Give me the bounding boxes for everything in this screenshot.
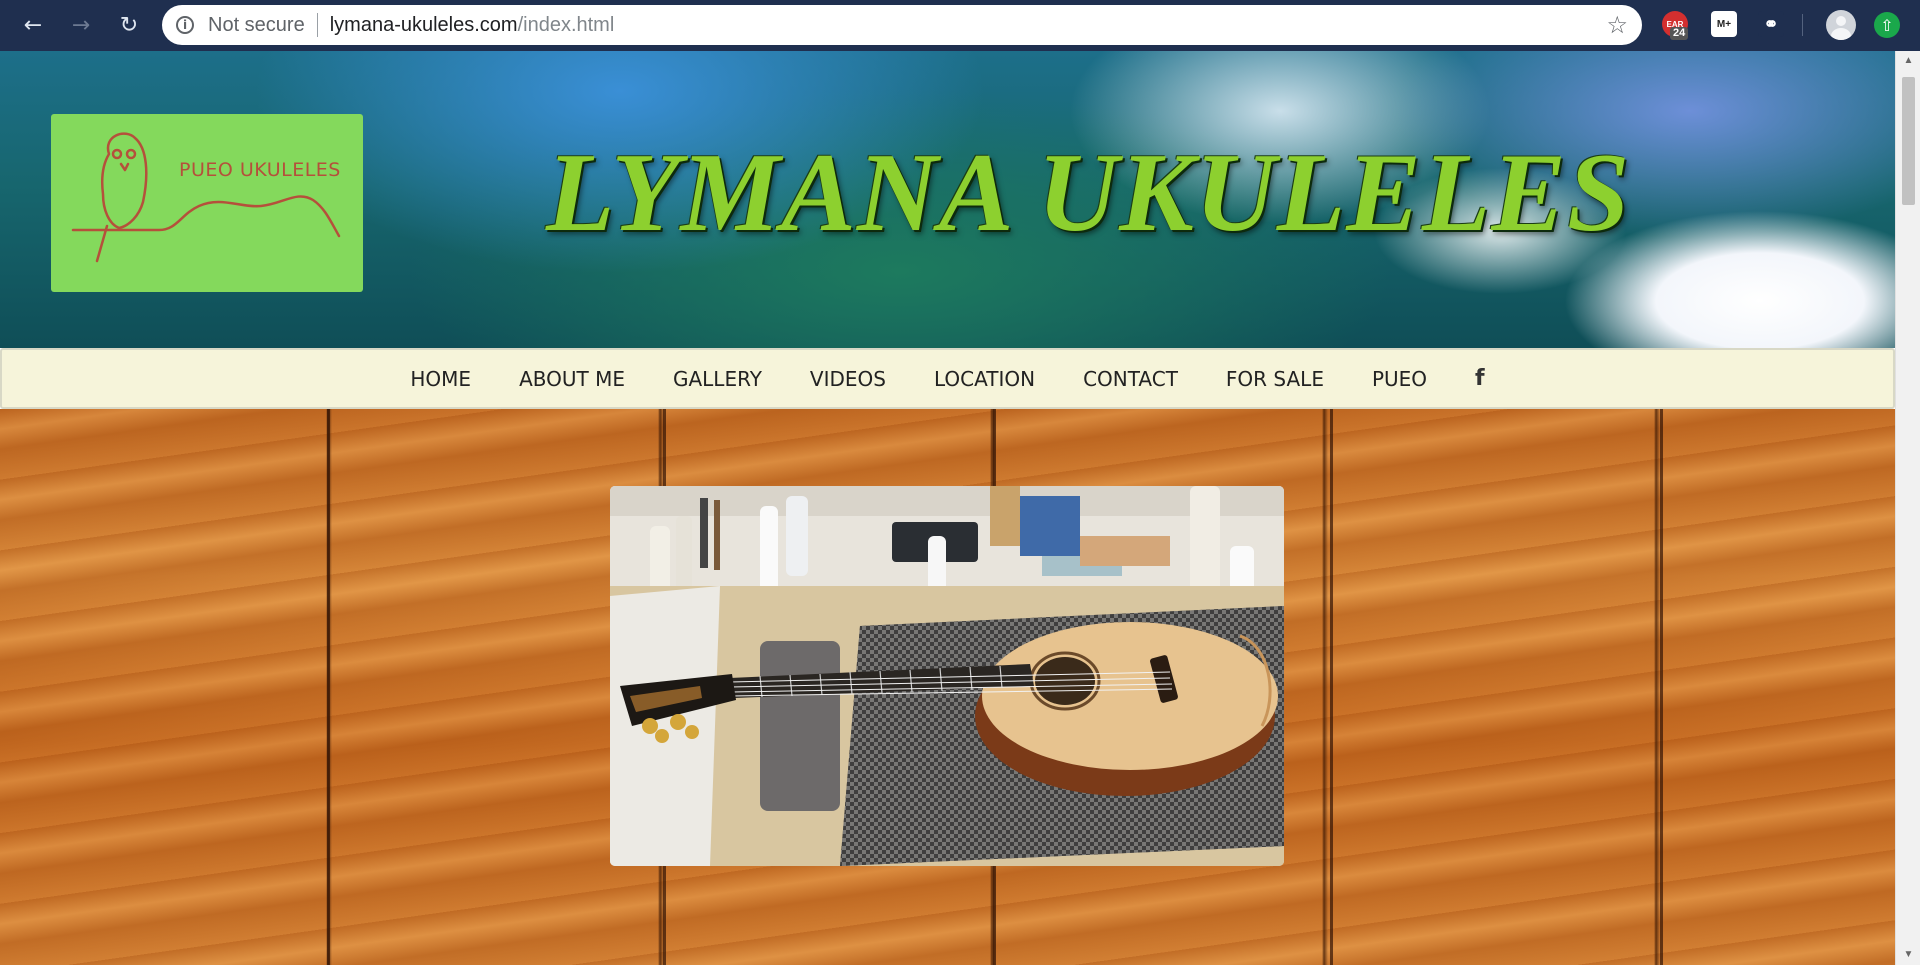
main-nav: HOME ABOUT ME GALLERY VIDEOS LOCATION CO… xyxy=(0,348,1895,409)
nav-location[interactable]: LOCATION xyxy=(910,350,1059,408)
scrollbar-thumb[interactable] xyxy=(1902,77,1915,205)
nav-gallery[interactable]: GALLERY xyxy=(649,350,786,408)
nav-about-me[interactable]: ABOUT ME xyxy=(495,350,649,408)
reload-icon[interactable]: ↻ xyxy=(114,10,144,40)
nav-contact[interactable]: CONTACT xyxy=(1059,350,1202,408)
profile-avatar-icon[interactable] xyxy=(1826,10,1856,40)
pueo-logo[interactable]: PUEO UKULELES xyxy=(51,114,363,292)
plank-divider xyxy=(327,409,330,965)
url-host: lymana-ukuleles.com xyxy=(329,13,518,36)
featured-ukulele-photo[interactable] xyxy=(610,486,1284,866)
address-bar[interactable]: i Not secure lymana-ukuleles.com/index.h… xyxy=(162,5,1642,45)
plank-divider xyxy=(1660,409,1663,965)
update-available-icon[interactable]: ⇧ xyxy=(1874,12,1900,38)
security-label: Not secure xyxy=(208,13,305,36)
plank-divider xyxy=(1330,409,1333,965)
site-info-icon[interactable]: i xyxy=(176,16,194,34)
scroll-down-icon[interactable]: ▼ xyxy=(1896,945,1920,965)
adblock-extension-icon[interactable]: EAR 24 xyxy=(1662,11,1689,40)
brand-extension-icon[interactable]: ⚭ xyxy=(1758,11,1784,37)
nav-videos[interactable]: VIDEOS xyxy=(786,350,910,408)
nav-pueo[interactable]: PUEO xyxy=(1348,350,1451,408)
url-path: /index.html xyxy=(517,13,615,36)
back-icon[interactable]: ← xyxy=(18,10,48,40)
address-separator xyxy=(316,13,318,37)
owl-logo-icon xyxy=(71,132,341,263)
forward-icon[interactable]: → xyxy=(66,10,96,40)
nav-for-sale[interactable]: FOR SALE xyxy=(1202,350,1348,408)
ukulele-image xyxy=(610,486,1284,866)
site-header: PUEO UKULELES LYMANA UKULELES xyxy=(0,51,1895,348)
bookmark-extension-icon[interactable]: M+ xyxy=(1711,11,1737,37)
bookmark-star-icon[interactable]: ☆ xyxy=(1606,11,1628,39)
scroll-up-icon[interactable]: ▲ xyxy=(1896,51,1920,71)
toolbar-divider xyxy=(1802,14,1803,36)
extension-badge: 24 xyxy=(1670,27,1689,40)
facebook-icon[interactable]: f xyxy=(1451,366,1509,391)
site-title: LYMANA UKULELES xyxy=(546,131,1631,255)
vertical-scrollbar[interactable]: ▲ ▼ xyxy=(1895,51,1920,965)
logo-text: PUEO UKULELES xyxy=(179,159,341,181)
nav-home[interactable]: HOME xyxy=(386,350,495,408)
browser-toolbar: ← → ↻ i Not secure lymana-ukuleles.com/i… xyxy=(0,0,1920,51)
